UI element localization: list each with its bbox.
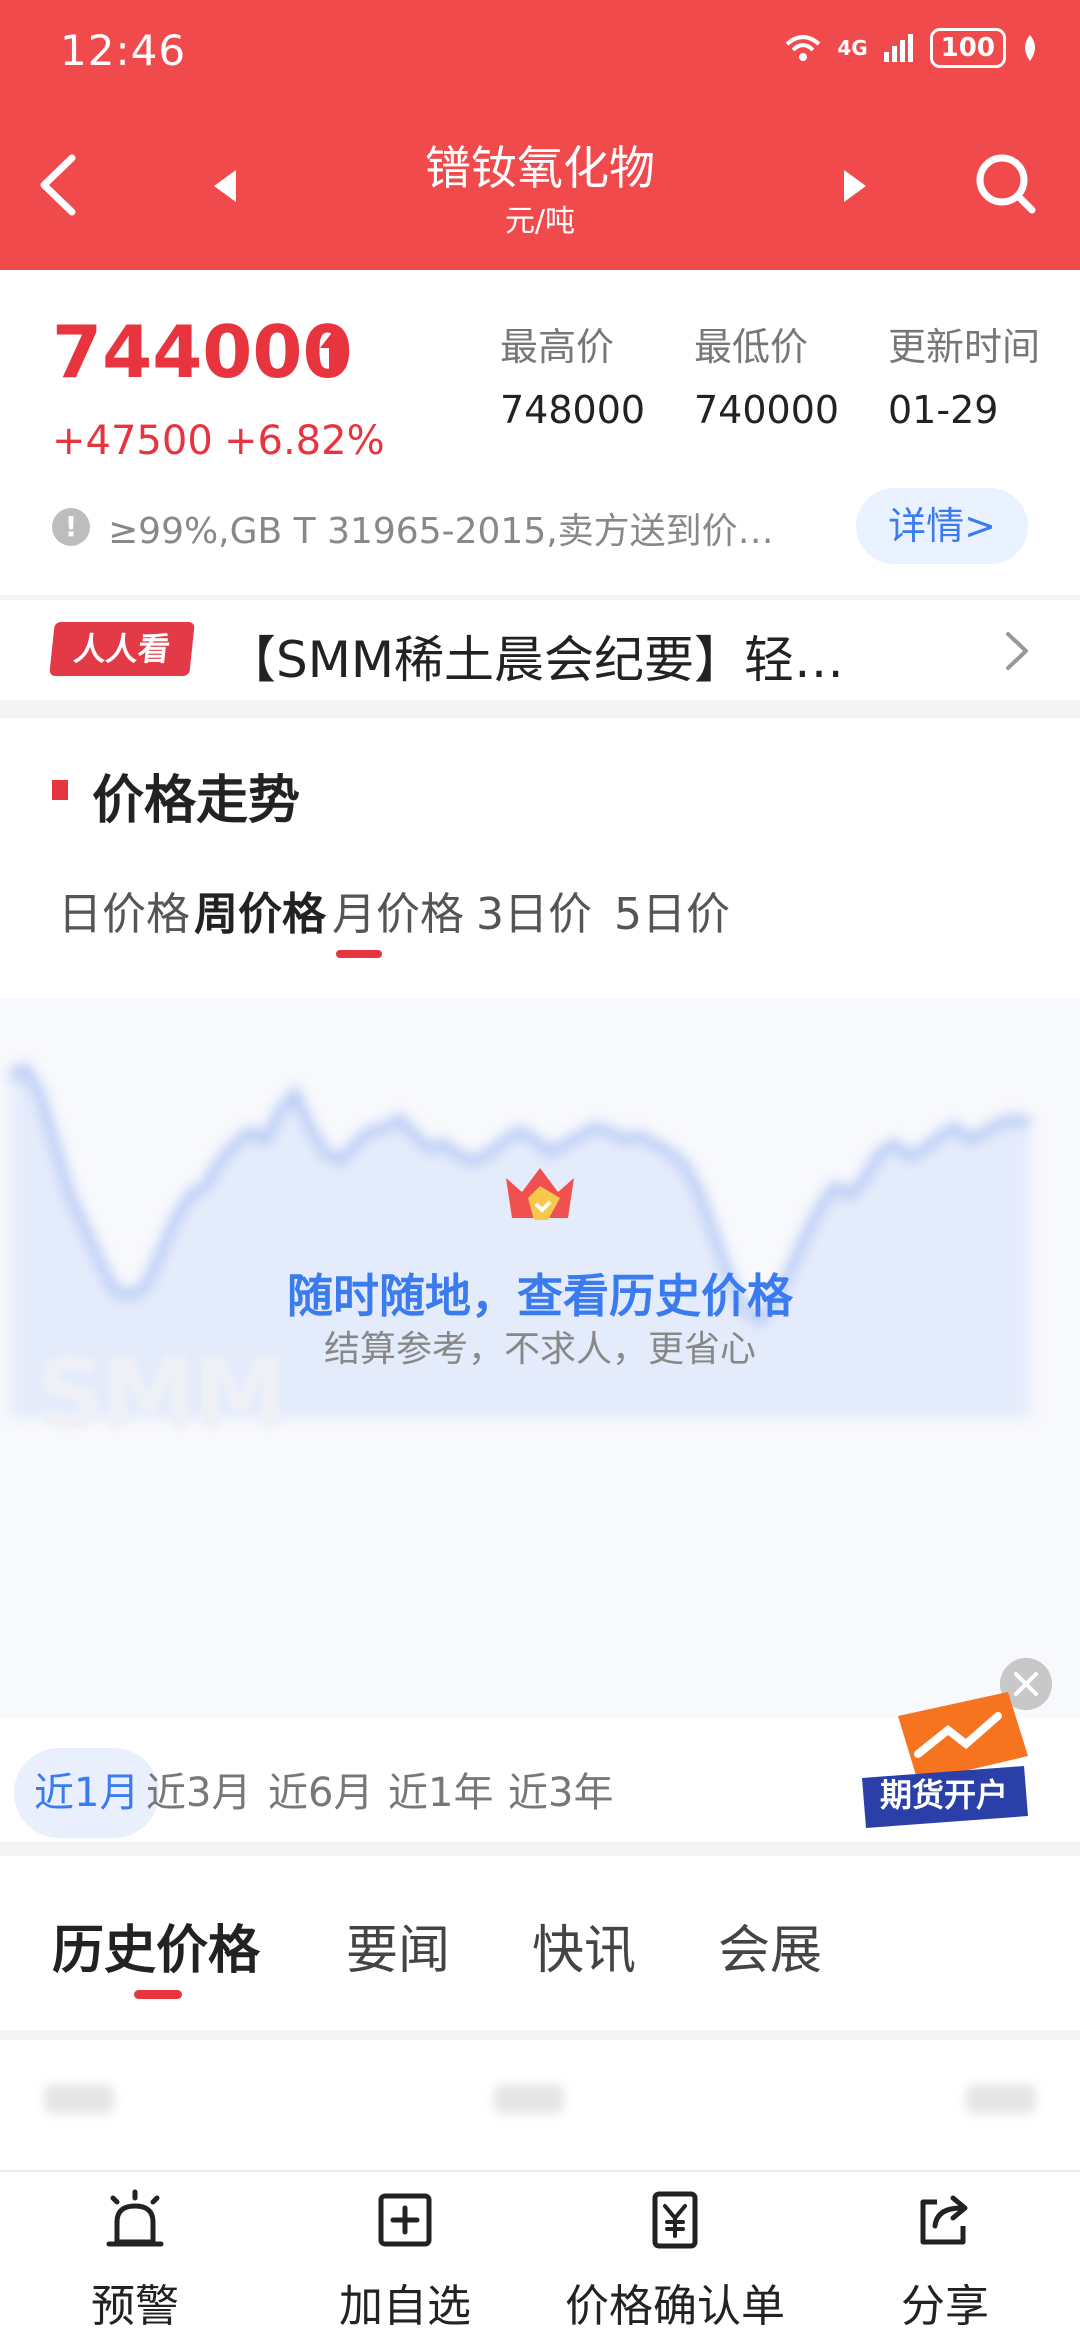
price-confirmation-label: 价格确认单 [565,2281,785,2332]
high-price-label: 最高价 [500,325,615,369]
update-time-value: 01-29 [888,388,999,432]
tab-weekly-price[interactable]: 周价格 [194,878,326,942]
spec-description: ≥99%,GB T 31965-2015,卖方送到价… [108,511,774,552]
blurred-cell [966,2084,1036,2114]
price-change: +47500 [52,418,213,464]
content-tab-indicator [134,1990,182,1999]
network-label: 4G [837,36,868,60]
add-watchlist-label: 加自选 [339,2281,471,2332]
price-card: 744000 +47500 +6.82% 最高价 748000 最低价 7400… [0,270,1080,595]
overlay-title[interactable]: 随时随地，查看历史价格 [0,1260,1080,1326]
content-tabs: 历史价格 要闻 快讯 会展 [0,1856,1080,2030]
alert-button[interactable]: 预警 [0,2188,270,2334]
wifi-icon [786,35,821,61]
signal-icon [883,34,913,62]
bottom-toolbar: 预警 加自选 价格确认单 分享 [0,2170,1080,2340]
low-price-value: 740000 [694,388,840,432]
share-button[interactable]: 分享 [810,2188,1080,2334]
price-chart[interactable]: SMM 随时随地，查看历史价格 结算参考，不求人，更省心 [0,998,1080,1718]
tab-flash[interactable]: 快讯 [532,1908,636,1983]
yuan-document-icon [652,2191,698,2249]
high-price-value: 748000 [500,388,646,432]
alarm-icon [106,2189,164,2247]
section-marker [52,780,68,800]
status-time: 12:46 [60,26,187,75]
header: 12:46 4G 100 镨钕氧化物 元/吨 [0,0,1080,270]
price-change-percent: +6.82% [224,418,385,464]
next-product-icon[interactable] [840,168,870,204]
leaf-icon [1025,35,1035,61]
status-icons: 4G 100 [783,28,1040,68]
battery-indicator: 100 [929,28,1006,68]
search-icon[interactable] [970,148,1040,218]
detail-button[interactable]: 详情> [856,488,1028,564]
page-unit: 元/吨 [504,204,576,239]
tab-exhibition[interactable]: 会展 [718,1908,822,1983]
section-title: 价格走势 [92,771,301,831]
chevron-right-icon[interactable] [1000,630,1032,672]
overlay-subtitle: 结算参考，不求人，更省心 [323,1329,756,1370]
low-price-label: 最低价 [694,325,809,369]
alert-label: 预警 [91,2281,179,2332]
range-3-years[interactable]: 近3年 [488,1748,633,1838]
price-trend-section: 价格走势 日价格 周价格 月价格 3日价 5日价 SMM 随时随地，查看历史价格… [0,718,1080,1842]
tab-history-price[interactable]: 历史价格 [52,1908,260,1983]
tab-5day-price[interactable]: 5日价 [614,878,730,942]
status-bar: 12:46 4G 100 [0,0,1080,100]
blurred-cell [494,2084,564,2114]
news-badge: 人人看 [49,622,195,676]
update-time-label: 更新时间 [888,325,1041,369]
crown-logo-icon [506,1168,574,1220]
history-table-preview [0,2040,1080,2170]
futures-account-promo[interactable]: 期货开户 [858,1686,1038,1836]
blurred-cell [44,2084,114,2114]
price-confirmation-button[interactable]: 价格确认单 [540,2188,810,2334]
page-title: 镨钕氧化物 [425,141,655,195]
add-box-icon [378,2193,432,2247]
promo-label: 期货开户 [880,1776,1008,1814]
add-watchlist-button[interactable]: 加自选 [270,2188,540,2334]
tab-monthly-price[interactable]: 月价格 [332,878,464,942]
tab-daily-price[interactable]: 日价格 [58,878,190,942]
price-up-arrow-icon [320,330,348,372]
tab-news[interactable]: 要闻 [346,1908,450,1983]
info-icon: ! [52,508,90,546]
period-tab-indicator [336,950,382,958]
news-ticker[interactable]: 人人看 【SMM稀土晨会纪要】轻… [0,600,1080,700]
share-icon [920,2195,968,2245]
tab-3day-price[interactable]: 3日价 [476,878,592,942]
current-price: 744000 [52,310,353,394]
news-headline[interactable]: 【SMM稀土晨会纪要】轻… [226,620,844,692]
share-label: 分享 [901,2281,989,2332]
